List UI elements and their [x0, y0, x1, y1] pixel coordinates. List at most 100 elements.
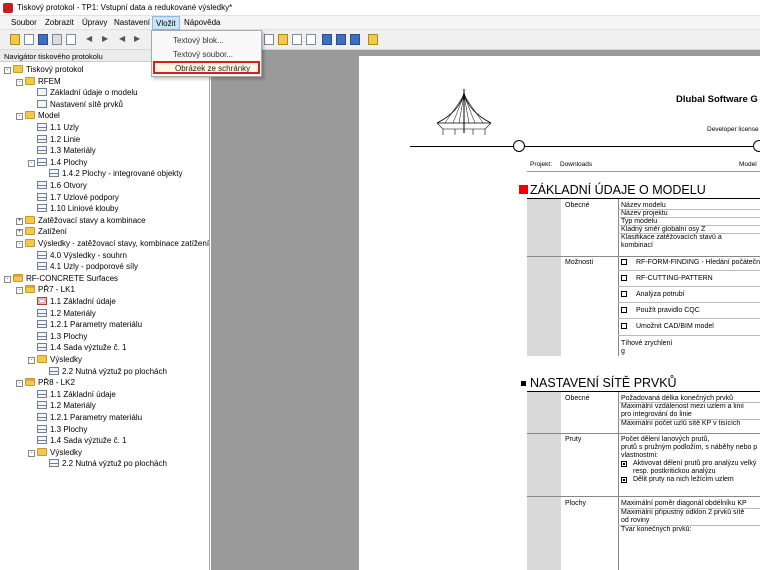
- tree-item[interactable]: 1.4 Sada výztuže č. 1: [28, 342, 127, 353]
- tree-item[interactable]: 1.2 Materiály: [28, 308, 96, 319]
- tree-item[interactable]: 1.1 Základní údaje: [28, 296, 116, 307]
- refresh-icon[interactable]: [66, 34, 76, 45]
- red-table-icon: [37, 297, 47, 305]
- tree-item[interactable]: - Tiskový protokol: [4, 64, 84, 75]
- tree-item[interactable]: 4.0 Výsledky - souhrn: [28, 250, 127, 261]
- collapse-icon[interactable]: -: [28, 357, 35, 364]
- table-icon: [37, 308, 47, 317]
- tree-item[interactable]: - Výsledky: [28, 354, 82, 365]
- document-icon: [37, 88, 47, 97]
- menu-item-image-from-clipboard[interactable]: Obrázek ze schránky: [153, 61, 260, 74]
- options-icon[interactable]: [368, 34, 378, 45]
- tree-item[interactable]: - RF-CONCRETE Surfaces: [4, 273, 118, 284]
- tree-item[interactable]: + Zatížení: [16, 226, 67, 237]
- tree-item[interactable]: 2.2 Nutná výztuž po plochách: [40, 458, 167, 469]
- menu-nastaveni[interactable]: Nastavení: [111, 18, 153, 27]
- collapse-icon[interactable]: -: [16, 380, 23, 388]
- tree-item[interactable]: - RFEM: [16, 76, 61, 87]
- expand-icon[interactable]: +: [16, 229, 23, 237]
- menu-vlozit[interactable]: Vložit: [152, 16, 180, 30]
- navigator-tree[interactable]: - Tiskový protokol - RFEM Základní údaje o m…: [0, 62, 210, 570]
- tree-item[interactable]: 1.6 Otvory: [28, 180, 87, 191]
- collapse-icon[interactable]: -: [16, 241, 23, 248]
- graphic-settings-icon[interactable]: [336, 34, 346, 45]
- tree-item[interactable]: Základní údaje o modelu: [28, 87, 138, 98]
- tree-item[interactable]: + Zatěžovací stavy a kombinace: [16, 215, 146, 226]
- tree-item[interactable]: - PŘ8 - LK2: [16, 377, 75, 388]
- tree-item[interactable]: 1.3 Plochy: [28, 424, 87, 435]
- previous-page-icon[interactable]: ▶: [102, 34, 112, 45]
- toolbar: ◀ ▶ ◀ ▶: [0, 30, 760, 50]
- table-icon: [37, 146, 47, 155]
- save-icon[interactable]: [38, 34, 48, 45]
- tree-item[interactable]: - Model: [16, 110, 60, 121]
- tree-item[interactable]: 1.4 Sada výztuže č. 1: [28, 435, 127, 446]
- tree-item-label: 1.2 Materiály: [50, 308, 96, 318]
- tree-item-label: Model: [38, 111, 60, 121]
- menu-soubor[interactable]: Soubor: [8, 18, 40, 27]
- print-icon[interactable]: [52, 34, 62, 45]
- tree-item[interactable]: - Výsledky - zatěžovací stavy, kombinace …: [16, 238, 209, 249]
- collapse-icon[interactable]: -: [4, 67, 11, 74]
- tree-item[interactable]: 1.3 Materiály: [28, 145, 96, 156]
- graphic-icon[interactable]: [322, 34, 332, 45]
- selection-icon[interactable]: [350, 34, 360, 45]
- tree-item[interactable]: 1.2.1 Parametry materiálu: [28, 319, 142, 330]
- tree-item[interactable]: 1.2.1 Parametry materiálu: [28, 412, 142, 423]
- tree-item-label: 1.2 Linie: [50, 134, 81, 144]
- collapse-icon[interactable]: -: [16, 287, 23, 295]
- collapse-icon[interactable]: -: [16, 113, 23, 121]
- tree-item[interactable]: 1.1 Uzly: [28, 122, 79, 133]
- menu-zobrazit[interactable]: Zobrazit: [42, 18, 77, 27]
- first-page-icon[interactable]: ◀: [86, 34, 96, 45]
- tree-item[interactable]: - 1.4 Plochy: [28, 157, 87, 168]
- table-icon: [37, 250, 47, 259]
- title-bar: Tiskový protokol - TP1: Vstupní data a r…: [0, 0, 760, 16]
- copy-icon[interactable]: [306, 34, 316, 45]
- last-page-icon[interactable]: ▶: [134, 34, 144, 45]
- tree-item[interactable]: 1.2 Materiály: [28, 400, 96, 411]
- collapse-icon[interactable]: -: [28, 449, 35, 457]
- collapse-icon[interactable]: -: [16, 78, 23, 86]
- canopy-logo-icon: [436, 89, 492, 135]
- insert-page-icon[interactable]: [264, 34, 274, 45]
- tree-item[interactable]: 1.1 Základní údaje: [28, 389, 116, 400]
- collapse-icon[interactable]: -: [4, 275, 11, 283]
- tree-item-label: 1.4.2 Plochy - integrované objekty: [62, 169, 183, 179]
- menu-item-text-block[interactable]: Textový blok...: [153, 34, 260, 47]
- tree-item[interactable]: 1.7 Uzlové podpory: [28, 192, 119, 203]
- checkbox-pipe-analysis: [621, 291, 627, 297]
- tree-item-label: PŘ7 - LK1: [38, 285, 75, 295]
- tree-item[interactable]: 2.2 Nutná výztuž po plochách: [40, 366, 167, 377]
- collapse-icon[interactable]: -: [28, 159, 35, 167]
- tree-item[interactable]: 4.1 Uzly - podporové síly: [28, 261, 138, 272]
- report-page[interactable]: Dlubal Software G Developer license Proj…: [359, 56, 760, 570]
- expand-icon[interactable]: +: [16, 217, 23, 225]
- checkbox-form-finding: [621, 259, 627, 265]
- tree-item[interactable]: - Výsledky: [28, 447, 82, 458]
- menu-napoveda[interactable]: Nápověda: [181, 18, 223, 27]
- tree-item[interactable]: 1.10 Liniové klouby: [28, 203, 119, 214]
- tree-item[interactable]: 1.2 Linie: [28, 134, 80, 145]
- tree-item[interactable]: 1.4.2 Plochy - integrované objekty: [40, 168, 183, 179]
- tree-item-label: 1.3 Materiály: [50, 146, 96, 156]
- tree-item-label: 1.6 Otvory: [50, 181, 87, 190]
- page-setup-icon[interactable]: [292, 34, 302, 45]
- menu-item-text-file[interactable]: Textový soubor...: [153, 48, 260, 61]
- section-marker: [519, 185, 528, 194]
- new-report-icon[interactable]: [10, 34, 20, 45]
- tree-item-label: 1.1 Uzly: [50, 123, 79, 132]
- open-icon[interactable]: [24, 34, 34, 45]
- tree-item[interactable]: 1.3 Plochy: [28, 331, 87, 342]
- folder-icon[interactable]: [278, 34, 288, 45]
- next-page-icon[interactable]: ◀: [119, 34, 129, 45]
- tree-item[interactable]: - PŘ7 - LK1: [16, 284, 75, 295]
- tree-item[interactable]: Nastavení sítě prvků: [28, 99, 123, 110]
- menu-upravy[interactable]: Úpravy: [79, 18, 110, 27]
